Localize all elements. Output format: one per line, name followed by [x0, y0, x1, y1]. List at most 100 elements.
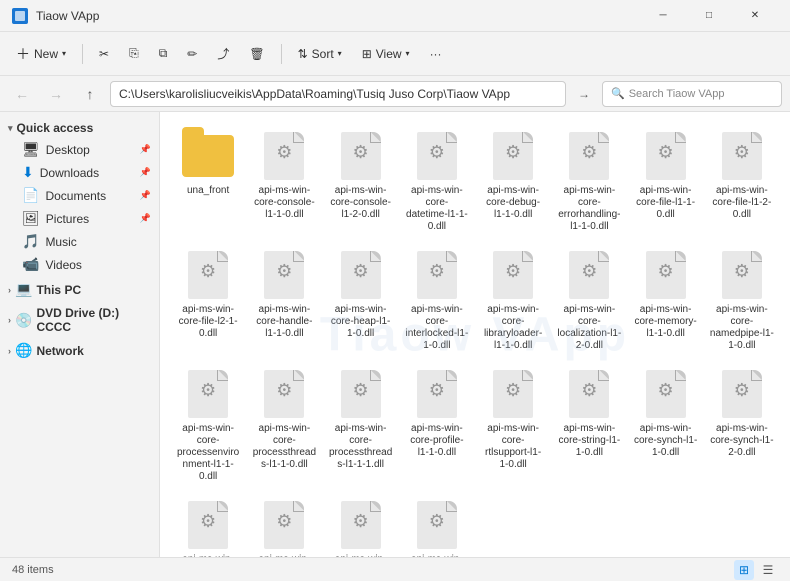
up-button[interactable]: ↑	[76, 80, 104, 108]
file-item[interactable]: ⚙ api-ms-win-core-sysinfo-l1-1-0.dll	[172, 493, 244, 557]
back-button[interactable]: ←	[8, 80, 36, 108]
file-item[interactable]: ⚙ api-ms-win-core-timezone-l1-1-0.dll	[248, 493, 320, 557]
forward-button[interactable]: →	[42, 80, 70, 108]
grid-view-button[interactable]: ⊞	[734, 560, 754, 580]
more-button[interactable]: ···	[422, 43, 450, 65]
file-item[interactable]: ⚙ api-ms-win-core-localization-l1-2-0.dl…	[553, 243, 625, 358]
file-item[interactable]: ⚙ api-ms-win-core-namedpipe-l1-1-0.dll	[706, 243, 778, 358]
copy-button[interactable]: ⎘	[121, 42, 147, 65]
sidebar-item-music-label: Music	[45, 235, 76, 249]
dll-icon-wrapper: ⚙	[563, 249, 615, 301]
paste-button[interactable]: ⧉	[151, 42, 176, 65]
network-label: Network	[36, 344, 83, 358]
file-item[interactable]: ⚙ api-ms-win-core-rtlsupport-l1-1-0.dll	[477, 362, 549, 489]
rename-button[interactable]: ✏	[179, 43, 205, 65]
sidebar-item-documents[interactable]: 📄 Documents 📌	[0, 184, 159, 207]
file-item[interactable]: ⚙ api-ms-win-core-processenvironment-l1-…	[172, 362, 244, 489]
gear-icon: ⚙	[658, 261, 674, 282]
file-item[interactable]: una_front	[172, 124, 244, 239]
file-item[interactable]: ⚙ api-ms-win-core-debug-l1-1-0.dll	[477, 124, 549, 239]
file-name: api-ms-win-core-timezone-l1-1-0.dll	[252, 554, 316, 557]
sidebar-item-downloads[interactable]: ⬇ Downloads 📌	[0, 161, 159, 184]
sort-label: Sort	[312, 47, 334, 61]
address-go-button[interactable]: →	[572, 82, 596, 106]
new-button[interactable]: ＋ New ▾	[8, 40, 74, 68]
dll-icon-wrapper: ⚙	[640, 368, 692, 420]
gear-icon: ⚙	[658, 380, 674, 401]
view-controls: ⊞ ☰	[734, 560, 778, 580]
new-icon: ＋	[16, 44, 30, 64]
gear-icon: ⚙	[581, 261, 597, 282]
quick-access-header[interactable]: ▾ Quick access	[0, 118, 159, 138]
new-chevron-icon: ▾	[62, 49, 66, 58]
file-name: api-ms-win-core-libraryloader-l1-1-0.dll	[481, 304, 545, 352]
gear-icon: ⚙	[276, 511, 292, 532]
file-name: api-ms-win-core-synch-l1-2-0.dll	[710, 423, 774, 459]
file-item[interactable]: ⚙ api-ms-win-core-profile-l1-1-0.dll	[401, 362, 473, 489]
dll-icon-wrapper: ⚙	[182, 368, 234, 420]
file-item[interactable]: ⚙ api-ms-win-core-libraryloader-l1-1-0.d…	[477, 243, 549, 358]
file-item[interactable]: ⚙ api-ms-win-core-synch-l1-1-0.dll	[630, 362, 702, 489]
gear-icon: ⚙	[505, 261, 521, 282]
sidebar-item-pictures[interactable]: 🖼 Pictures 📌	[0, 207, 159, 230]
share-icon: ⤴	[217, 45, 229, 62]
dll-icon-wrapper: ⚙	[487, 249, 539, 301]
sidebar: ▾ Quick access 🖥 Desktop 📌 ⬇ Downloads 📌…	[0, 112, 160, 557]
sort-button[interactable]: ⇅ Sort ▾	[290, 43, 350, 65]
cut-icon: ✂	[99, 47, 109, 61]
file-item[interactable]: ⚙ api-ms-win-core-errorhandling-l1-1-0.d…	[553, 124, 625, 239]
network-chevron-icon: ›	[8, 346, 11, 356]
file-item[interactable]: ⚙ api-ms-win-core-handle-l1-1-0.dll	[248, 243, 320, 358]
sidebar-item-desktop[interactable]: 🖥 Desktop 📌	[0, 138, 159, 161]
file-item[interactable]: ⚙ api-ms-win-core-interlocked-l1-1-0.dll	[401, 243, 473, 358]
cut-button[interactable]: ✂	[91, 43, 117, 65]
file-item[interactable]: ⚙ api-ms-win-core-processthreads-l1-1-0.…	[248, 362, 320, 489]
file-name: api-ms-win-core-synch-l1-1-0.dll	[634, 423, 698, 459]
maximize-button[interactable]: □	[686, 0, 732, 32]
this-pc-header[interactable]: › 💻 This PC	[0, 278, 159, 301]
file-item[interactable]: ⚙ api-ms-win-core-heap-l1-1-0.dll	[325, 243, 397, 358]
dll-icon-wrapper: ⚙	[411, 249, 463, 301]
gear-icon: ⚙	[200, 511, 216, 532]
file-item[interactable]: ⚙ api-ms-win-core-datetime-l1-1-0.dll	[401, 124, 473, 239]
dll-icon-wrapper: ⚙	[411, 499, 463, 551]
item-count: 48 items	[12, 564, 54, 576]
file-item[interactable]: ⚙ api-ms-win-core-string-l1-1-0.dll	[553, 362, 625, 489]
address-input[interactable]	[110, 81, 566, 107]
file-item[interactable]: ⚙ api-ms-win-core-synch-l1-2-0.dll	[706, 362, 778, 489]
close-button[interactable]: ✕	[732, 0, 778, 32]
dll-icon-wrapper: ⚙	[640, 130, 692, 182]
network-header[interactable]: › 🌐 Network	[0, 339, 159, 362]
file-item[interactable]: ⚙ api-ms-win-core-file-l1-1-0.dll	[630, 124, 702, 239]
dll-icon-wrapper: ⚙	[411, 130, 463, 182]
minimize-button[interactable]: ─	[640, 0, 686, 32]
dvd-chevron-icon: ›	[8, 315, 11, 325]
delete-button[interactable]: 🗑	[241, 43, 272, 65]
file-item[interactable]: ⚙ api-ms-win-core-console-l1-1-0.dll	[248, 124, 320, 239]
file-item[interactable]: ⚙ api-ms-win-core-util-l1-1-0.dll	[325, 493, 397, 557]
search-box[interactable]: 🔍 Search Tiaow VApp	[602, 81, 782, 107]
list-view-button[interactable]: ☰	[758, 560, 778, 580]
file-item[interactable]: ⚙ api-ms-win-core-console-l1-2-0.dll	[325, 124, 397, 239]
file-item[interactable]: ⚙ api-ms-win-core-file-l2-1-0.dll	[172, 243, 244, 358]
gear-icon: ⚙	[429, 142, 445, 163]
dll-icon-wrapper: ⚙	[716, 130, 768, 182]
file-item[interactable]: ⚙ api-ms-win-core-memory-l1-1-0.dll	[630, 243, 702, 358]
sidebar-item-music[interactable]: 🎵 Music	[0, 230, 159, 253]
sidebar-item-videos[interactable]: 📹 Videos	[0, 253, 159, 276]
folder-icon	[182, 135, 234, 177]
file-item[interactable]: ⚙ api-ms-win-crt-conio-l1-1-0.dll	[401, 493, 473, 557]
gear-icon: ⚙	[353, 142, 369, 163]
file-name: api-ms-win-core-processenvironment-l1-1-…	[176, 423, 240, 483]
share-button[interactable]: ⤴	[209, 41, 237, 66]
dll-icon: ⚙	[646, 370, 686, 418]
dvd-drive-header[interactable]: › 💿 DVD Drive (D:) CCCC	[0, 303, 159, 337]
sidebar-item-videos-label: Videos	[45, 258, 81, 272]
view-button[interactable]: ⊞ View ▾	[354, 43, 418, 65]
file-name: api-ms-win-core-memory-l1-1-0.dll	[634, 304, 698, 340]
gear-icon: ⚙	[429, 261, 445, 282]
file-item[interactable]: ⚙ api-ms-win-core-processthreads-l1-1-1.…	[325, 362, 397, 489]
file-item[interactable]: ⚙ api-ms-win-core-file-l1-2-0.dll	[706, 124, 778, 239]
dll-icon-wrapper: ⚙	[258, 368, 310, 420]
dll-icon-wrapper: ⚙	[182, 249, 234, 301]
